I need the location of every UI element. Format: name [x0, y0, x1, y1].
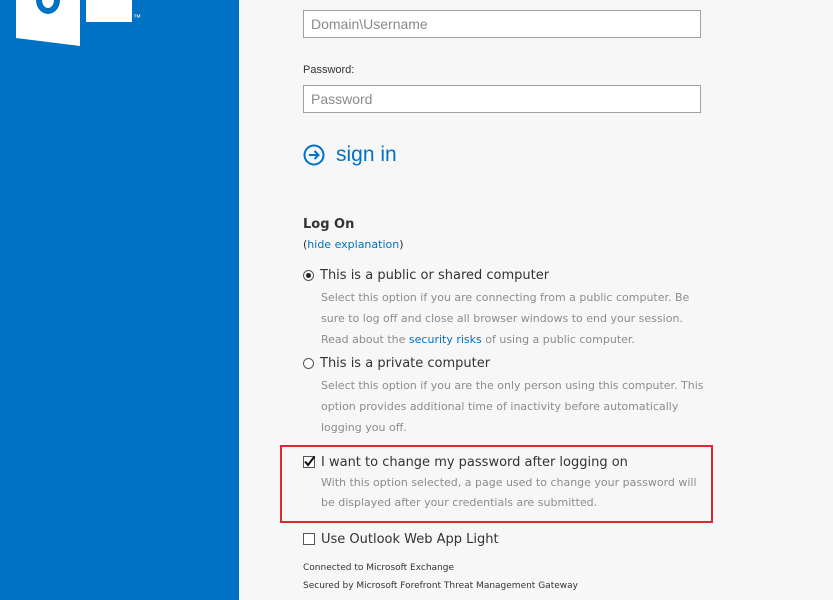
hide-explanation-link[interactable]: hide explanation — [307, 238, 399, 251]
owa-light-label[interactable]: Use Outlook Web App Light — [321, 532, 499, 547]
security-risks-link[interactable]: security risks — [409, 333, 482, 346]
login-form-area: Password: sign in Log On (hide explanati… — [239, 0, 833, 600]
connected-to-footer: Connected to Microsoft Exchange — [303, 563, 455, 573]
password-input[interactable] — [303, 85, 701, 113]
owa-light-option: Use Outlook Web App Light — [303, 530, 499, 548]
public-desc-text-2: of using a public computer. — [481, 333, 635, 346]
username-input[interactable] — [303, 10, 701, 38]
login-page: ™ Password: sign in Log On (hide explana… — [0, 0, 833, 600]
owa-light-checkbox[interactable] — [303, 533, 315, 545]
trademark-symbol: ™ — [133, 13, 141, 22]
explanation-toggle-line: (hide explanation) — [303, 238, 404, 251]
outlook-logo-icon — [16, 0, 132, 46]
secured-by-footer: Secured by Microsoft Forefront Threat Ma… — [303, 581, 578, 591]
log-on-heading: Log On — [303, 217, 355, 232]
public-computer-option: This is a public or shared computer Sele… — [303, 266, 711, 350]
private-computer-option: This is a private computer Select this o… — [303, 354, 711, 438]
private-computer-label[interactable]: This is a private computer — [320, 356, 490, 371]
arrow-circle-right-icon — [303, 144, 325, 166]
close-paren: ) — [399, 238, 404, 251]
password-label: Password: — [303, 64, 355, 76]
brand-sidebar: ™ — [0, 0, 239, 600]
sign-in-label: sign in — [336, 143, 397, 166]
private-computer-description: Select this option if you are the only p… — [321, 379, 704, 434]
public-computer-description: Select this option if you are connecting… — [321, 287, 711, 350]
public-computer-label[interactable]: This is a public or shared computer — [320, 268, 549, 283]
sign-in-button[interactable]: sign in — [303, 140, 397, 170]
public-computer-radio[interactable] — [303, 269, 314, 281]
highlight-annotation-box — [280, 445, 713, 523]
private-computer-radio[interactable] — [303, 357, 314, 369]
